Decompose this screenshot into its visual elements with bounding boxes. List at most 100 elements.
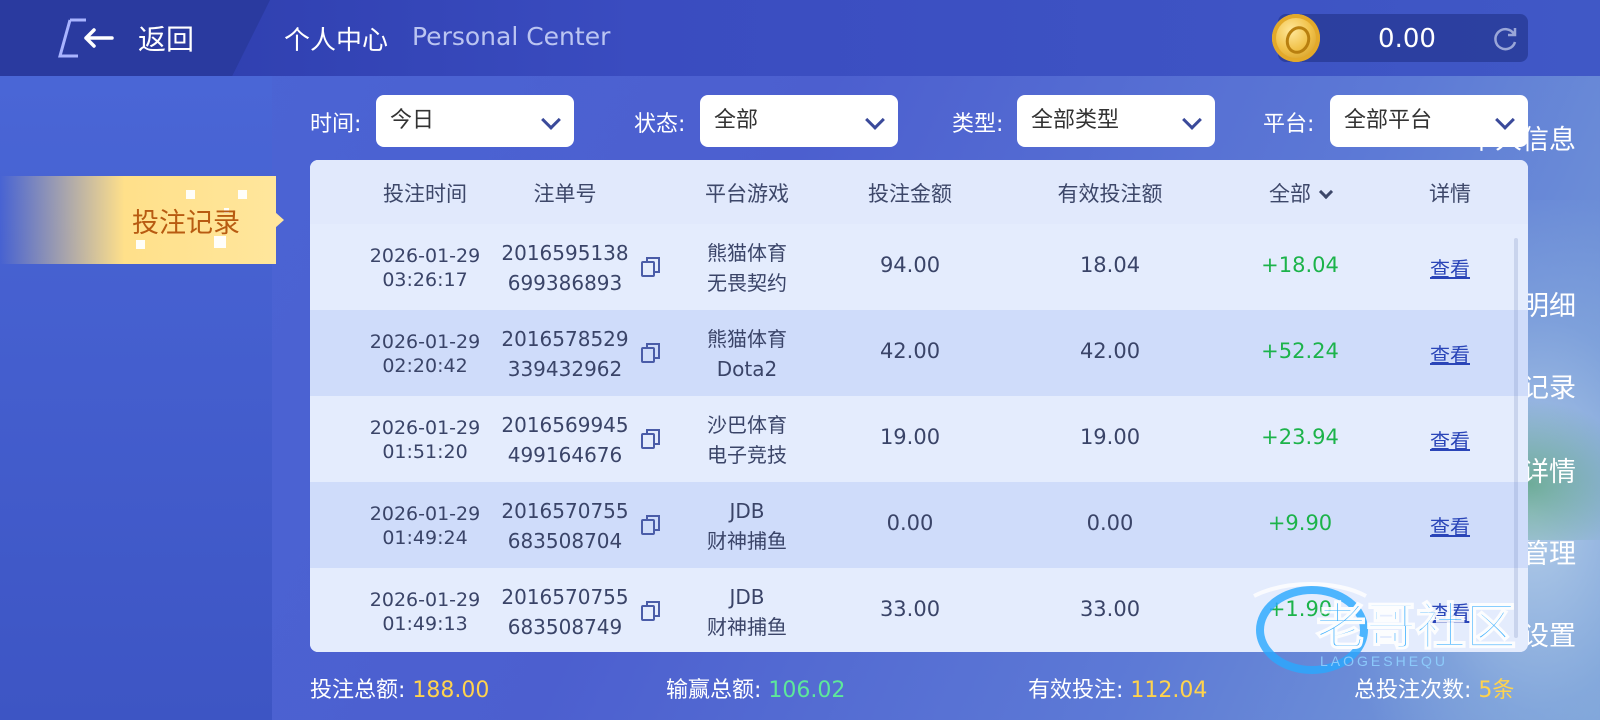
order-number-line1: 2016569945 — [501, 413, 629, 437]
valid-bet: 33.00 — [1079, 597, 1141, 621]
win-loss: +18.04 — [1261, 253, 1339, 277]
view-detail-link[interactable]: 查看 — [1400, 511, 1500, 540]
time-filter-select[interactable]: 今日 — [376, 95, 574, 147]
sidebar-item-bet-records[interactable]: 投注记录 — [132, 201, 240, 240]
back-label: 返回 — [138, 23, 195, 56]
back-button[interactable]: 返回 — [0, 0, 270, 76]
bet-time: 2026-01-29 03:26:17 — [340, 244, 510, 292]
bet-time: 2026-01-29 01:49:13 — [340, 588, 510, 636]
table-row: 2026-01-29 02:20:42 2016578529 339432962 熊… — [310, 310, 1528, 396]
summary-win-loss-value: 106.02 — [768, 678, 846, 703]
column-header-bet-time: 投注时间 — [383, 182, 467, 206]
refresh-icon[interactable] — [1490, 24, 1520, 54]
win-loss: +9.90 — [1267, 511, 1333, 535]
win-loss: +52.24 — [1261, 339, 1339, 363]
order-number: 2016578529 339432962 — [490, 324, 640, 384]
copy-icon[interactable] — [640, 256, 662, 278]
order-number-line2: 683508704 — [507, 529, 623, 553]
chevron-down-icon — [1182, 110, 1202, 130]
time-filter-label: 时间: — [310, 112, 362, 137]
type-filter-select[interactable]: 全部类型 — [1017, 95, 1215, 147]
valid-bet: 0.00 — [1086, 511, 1134, 535]
sparkle-decoration — [238, 190, 247, 199]
platform-game: JDB 财神捕鱼 — [672, 496, 822, 556]
order-number-line2: 683508749 — [507, 615, 623, 639]
bet-clock: 03:26:17 — [382, 269, 468, 291]
column-header-all-label: 全部 — [1269, 182, 1311, 206]
bet-date: 2026-01-29 — [369, 245, 481, 267]
page-title: 个人中心 — [284, 26, 389, 56]
view-detail-link[interactable]: 查看 — [1400, 253, 1500, 282]
summary-valid-bet-value: 112.04 — [1130, 678, 1208, 703]
bet-clock: 02:20:42 — [382, 355, 468, 377]
platform-name: JDB — [729, 499, 765, 523]
page-subtitle: Personal Center — [412, 22, 611, 51]
bet-date: 2026-01-29 — [369, 589, 481, 611]
platform-filter-label: 平台: — [1263, 112, 1315, 137]
valid-bet: 42.00 — [1079, 339, 1141, 363]
platform-name: 熊猫体育 — [707, 241, 787, 265]
bet-date: 2026-01-29 — [369, 503, 481, 525]
bet-amount: 42.00 — [879, 339, 941, 363]
bet-amount: 94.00 — [879, 253, 941, 277]
platform-game: 沙巴体育 电子竞技 — [672, 410, 822, 470]
watermark-subtext: LAOGESHEQU — [1320, 653, 1448, 669]
platform-game: 熊猫体育 Dota2 — [672, 324, 822, 384]
table-row: 2026-01-29 03:26:17 2016595138 699386893 熊… — [310, 224, 1528, 310]
platform-filter-value: 全部平台 — [1344, 108, 1433, 133]
type-filter-value: 全部类型 — [1031, 108, 1120, 133]
chevron-down-icon — [541, 110, 561, 130]
platform-filter-select[interactable]: 全部平台 — [1330, 95, 1528, 147]
watermark-text: 老哥社区 — [1316, 599, 1516, 655]
column-header-all-filter[interactable]: 全部 — [1210, 178, 1390, 208]
valid-bet: 18.04 — [1079, 253, 1141, 277]
bet-time: 2026-01-29 01:49:24 — [340, 502, 510, 550]
status-filter-select[interactable]: 全部 — [700, 95, 898, 147]
column-header-order-no: 注单号 — [533, 182, 597, 206]
bet-amount: 33.00 — [879, 597, 941, 621]
order-number-line1: 2016570755 — [501, 499, 629, 523]
copy-icon[interactable] — [640, 428, 662, 450]
column-header-valid-bet: 有效投注额 — [1057, 182, 1163, 206]
chevron-down-icon — [1318, 184, 1334, 200]
summary-total-bet-label: 投注总额: — [310, 678, 406, 703]
bet-date: 2026-01-29 — [369, 417, 481, 439]
copy-icon[interactable] — [640, 600, 662, 622]
order-number-line1: 2016578529 — [501, 327, 629, 351]
bet-clock: 01:49:24 — [382, 527, 468, 549]
status-filter-label: 状态: — [634, 112, 686, 137]
copy-icon[interactable] — [640, 514, 662, 536]
order-number-line2: 499164676 — [507, 443, 623, 467]
platform-game: 熊猫体育 无畏契约 — [672, 238, 822, 298]
table-row: 2026-01-29 01:49:24 2016570755 683508704 J… — [310, 482, 1528, 568]
order-number: 2016570755 683508749 — [490, 582, 640, 642]
time-filter-value: 今日 — [390, 108, 435, 133]
view-detail-link[interactable]: 查看 — [1400, 425, 1500, 454]
summary-valid-bet: 有效投注: 112.04 — [1028, 672, 1207, 704]
summary-win-loss: 输赢总额: 106.02 — [666, 672, 845, 704]
type-filter-label: 类型: — [952, 112, 1004, 137]
copy-icon[interactable] — [640, 342, 662, 364]
order-number: 2016595138 699386893 — [490, 238, 640, 298]
order-number-line2: 699386893 — [507, 271, 623, 295]
coin-icon — [1272, 14, 1320, 62]
platform-name: 熊猫体育 — [707, 327, 787, 351]
back-arrow-icon — [58, 18, 114, 58]
order-number-line1: 2016570755 — [501, 585, 629, 609]
header-bar: 返回 个人中心 Personal Center 0.00 — [0, 0, 1600, 76]
platform-game: JDB 财神捕鱼 — [672, 582, 822, 642]
balance-value: 0.00 — [1378, 24, 1436, 54]
game-name: 电子竞技 — [707, 443, 787, 467]
game-name: Dota2 — [716, 357, 778, 381]
column-header-platform-game: 平台游戏 — [705, 182, 789, 206]
summary-total-bet-value: 188.00 — [412, 678, 490, 703]
order-number: 2016569945 499164676 — [490, 410, 640, 470]
sparkle-decoration — [186, 190, 195, 199]
view-detail-link[interactable]: 查看 — [1400, 339, 1500, 368]
bet-date: 2026-01-29 — [369, 331, 481, 353]
summary-win-loss-label: 输赢总额: — [666, 678, 762, 703]
bet-time: 2026-01-29 02:20:42 — [340, 330, 510, 378]
bet-clock: 01:49:13 — [382, 613, 468, 635]
column-header-details: 详情 — [1429, 182, 1471, 206]
game-name: 无畏契约 — [707, 271, 787, 295]
